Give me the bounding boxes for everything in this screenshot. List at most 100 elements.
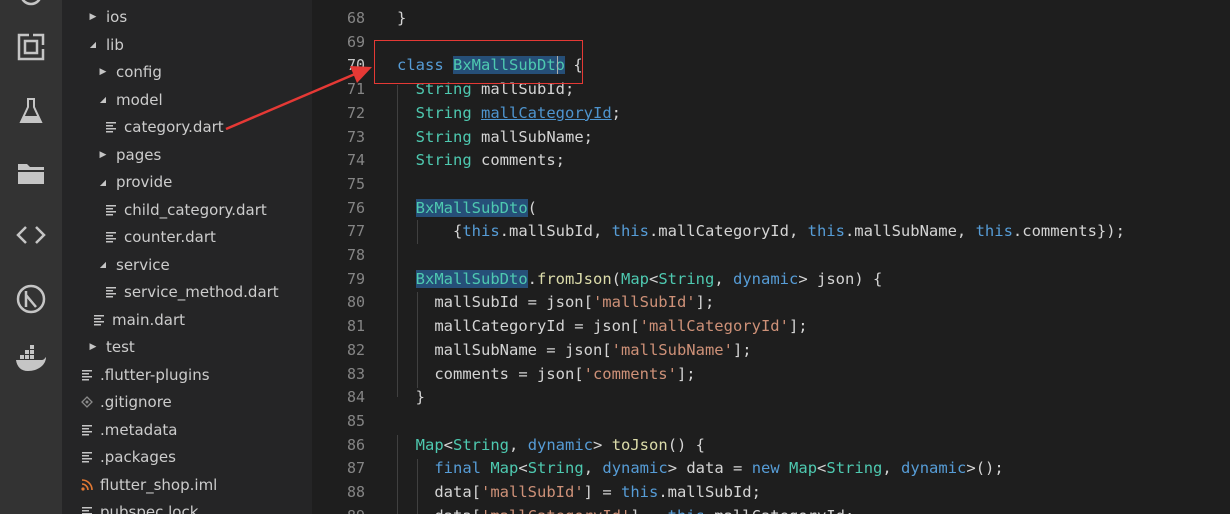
line-number: 72 <box>346 103 365 122</box>
chevron-right-icon[interactable]: ▶ <box>88 12 98 22</box>
code-token: .mallCategoryId; <box>705 507 854 514</box>
extensions-icon[interactable] <box>12 28 50 66</box>
code-token: ]; <box>788 317 808 336</box>
chevron-right-icon[interactable]: ▶ <box>98 150 108 160</box>
tree-file[interactable]: flutter_shop.iml <box>62 472 312 498</box>
tree-item-label: pubspec.lock <box>100 503 199 514</box>
source-control-icon[interactable] <box>12 0 50 16</box>
code-token: comments; <box>471 151 565 170</box>
tree-file[interactable]: .flutter-plugins <box>62 362 312 388</box>
code-token: mallSubId = json[ <box>397 293 593 312</box>
code-line[interactable]: 68} <box>312 6 1230 30</box>
text-file-icon <box>104 231 118 243</box>
tree-item-label: test <box>106 338 135 356</box>
tree-file[interactable]: main.dart <box>62 307 312 333</box>
chevron-down-icon[interactable]: ◢ <box>98 260 108 269</box>
code-line[interactable]: 88 data['mallSubId'] = this.mallSubId; <box>312 480 1230 504</box>
line-number: 75 <box>346 174 365 193</box>
tree-folder[interactable]: ▶ config <box>62 59 312 85</box>
code-token: data[ <box>397 483 481 501</box>
code-line[interactable]: 89 data['mallCategoryId'] = this.mallCat… <box>312 504 1230 514</box>
tree-file[interactable]: .packages <box>62 444 312 470</box>
tree-item-label: .metadata <box>100 420 178 439</box>
code-token: this <box>668 507 705 514</box>
code-line[interactable]: 82 mallSubName = json['mallSubName']; <box>312 338 1230 362</box>
code-token: ] = <box>583 483 621 501</box>
folder-icon[interactable] <box>12 154 50 192</box>
code-token: ; <box>611 103 622 122</box>
chevron-down-icon[interactable]: ◢ <box>98 178 108 187</box>
tree-item-label: pages <box>116 145 162 164</box>
code-line[interactable]: 81 mallCategoryId = json['mallCategoryId… <box>312 314 1230 338</box>
code-token: ]; <box>732 340 752 359</box>
code-token: final <box>434 459 481 478</box>
tree-item-label: service_method.dart <box>124 283 279 301</box>
code-line[interactable]: 79 BxMallSubDto.fromJson(Map<String, dyn… <box>312 267 1230 291</box>
code-line[interactable]: 74 String comments; <box>312 148 1230 172</box>
tree-folder[interactable]: ◢ lib <box>62 32 312 58</box>
test-flask-icon[interactable] <box>12 92 50 130</box>
tree-folder[interactable]: ▶ test <box>62 334 312 360</box>
code-token: String <box>527 459 584 478</box>
code-line[interactable]: 80 mallSubId = json['mallSubId']; <box>312 290 1230 314</box>
tree-file[interactable]: counter.dart <box>62 224 312 250</box>
code-token: dynamic <box>733 269 799 288</box>
code-line[interactable]: 78 <box>312 243 1230 267</box>
code-token: this <box>620 483 659 501</box>
code-token: > data = <box>667 459 752 478</box>
code-token: < <box>649 269 659 288</box>
code-line[interactable]: 85 <box>312 409 1230 433</box>
code-token: mallSubName = json[ <box>397 340 612 359</box>
tree-item-label: lib <box>106 35 124 54</box>
code-token: 'comments' <box>583 364 677 383</box>
code-line[interactable]: 77 {this.mallSubId, this.mallCategoryId,… <box>312 219 1230 243</box>
code-token: toJson <box>611 435 668 454</box>
tree-folder[interactable]: ▶ ios <box>62 4 312 30</box>
remote-explorer-icon[interactable] <box>12 216 50 254</box>
code-line[interactable]: 87 final Map<String, dynamic> data = new… <box>312 456 1230 480</box>
chevron-right-icon[interactable]: ▶ <box>88 342 98 352</box>
tree-file[interactable]: child_category.dart <box>62 197 312 223</box>
code-line[interactable]: 75 <box>312 172 1230 196</box>
code-token: Map <box>621 269 649 288</box>
code-text: String mallSubName; <box>397 125 593 149</box>
code-line[interactable]: 86 Map<String, dynamic> toJson() { <box>312 433 1230 457</box>
tree-file[interactable]: .gitignore <box>62 389 312 415</box>
tree-folder[interactable]: ◢ service <box>62 252 312 278</box>
line-number: 76 <box>346 198 365 217</box>
code-token: String <box>415 127 472 146</box>
tree-file[interactable]: .metadata <box>62 417 312 443</box>
tree-folder[interactable]: ◢ model <box>62 87 312 113</box>
explorer-sidebar: ▶ ios ◢ lib ▶ config ◢ model category.dart ▶ pages… <box>62 0 312 514</box>
code-line[interactable]: 72 String mallCategoryId; <box>312 101 1230 125</box>
tree-file[interactable]: pubspec.lock <box>62 499 312 514</box>
tree-item-label: child_category.dart <box>124 200 267 219</box>
line-number: 84 <box>346 388 365 407</box>
tree-item-label: config <box>116 63 162 81</box>
code-line[interactable]: 84 } <box>312 385 1230 409</box>
code-line[interactable]: 76 BxMallSubDto( <box>312 196 1230 220</box>
line-number: 83 <box>346 364 365 383</box>
chevron-down-icon[interactable]: ◢ <box>88 40 98 49</box>
code-token: < <box>443 435 454 454</box>
code-token: dynamic <box>901 459 967 478</box>
flutter-icon[interactable] <box>12 280 50 318</box>
chevron-down-icon[interactable]: ◢ <box>98 95 108 104</box>
code-token: comments = json[ <box>397 364 584 383</box>
tree-item-label: ios <box>106 8 128 26</box>
code-line[interactable]: 73 String mallSubName; <box>312 125 1230 149</box>
code-token: , <box>509 435 528 454</box>
code-token: .mallCategoryId, <box>648 222 808 241</box>
docker-icon[interactable] <box>12 340 50 378</box>
code-line[interactable]: 83 comments = json['comments']; <box>312 362 1230 386</box>
annotation-highlight-box <box>374 40 583 84</box>
code-token: String <box>453 435 510 454</box>
tree-folder[interactable]: ◢ provide <box>62 169 312 195</box>
tree-file[interactable]: service_method.dart <box>62 279 312 305</box>
code-token: .mallSubId, <box>499 222 612 241</box>
tree-file[interactable]: category.dart <box>62 114 312 140</box>
chevron-right-icon[interactable]: ▶ <box>98 67 108 77</box>
tree-folder[interactable]: ▶ pages <box>62 142 312 168</box>
